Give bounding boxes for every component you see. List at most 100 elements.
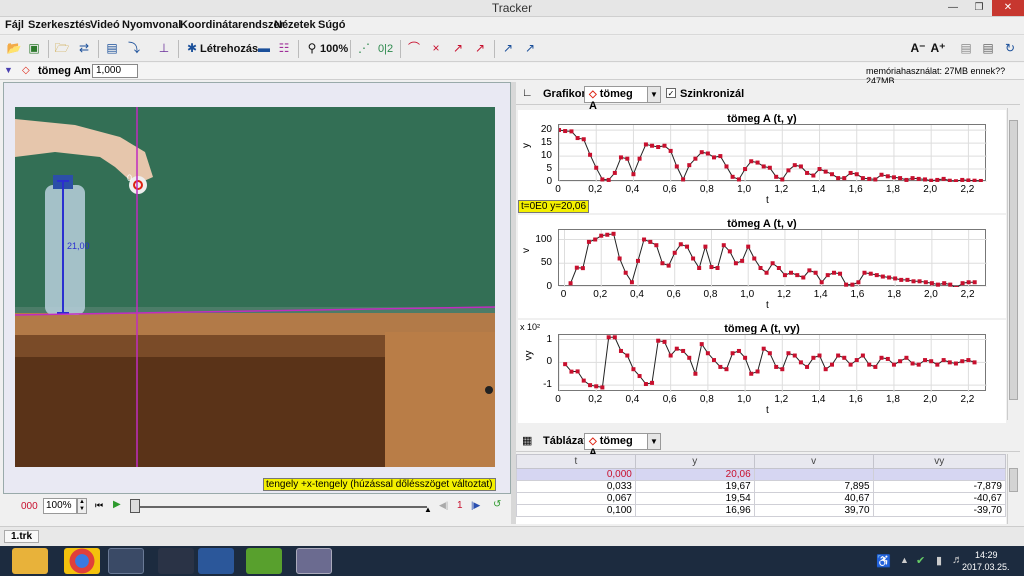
data-point[interactable] [813,270,818,275]
font-decrease-icon[interactable]: A⁻ [910,40,926,56]
zoom-spinner[interactable]: ▲ ▼ [77,498,87,514]
data-point[interactable] [947,360,952,365]
data-point[interactable] [733,261,738,266]
data-point[interactable] [617,256,622,261]
data-point[interactable] [618,348,623,353]
data-point[interactable] [581,378,586,383]
clip-settings-icon[interactable]: ▤ [104,40,120,56]
data-point[interactable] [856,280,861,285]
superscript-button[interactable]: 0|2 [378,43,393,55]
data-point[interactable] [953,361,958,366]
data-point[interactable] [829,362,834,367]
data-point[interactable] [712,155,717,160]
table-row[interactable]: 0,033 19,67 7,895 -7,879 [516,480,1006,493]
data-point[interactable] [749,371,754,376]
data-point[interactable] [811,355,816,360]
data-point[interactable] [705,351,710,356]
timeline-track[interactable] [131,506,427,508]
open-video-icon[interactable]: 🗁 [54,40,70,56]
data-point[interactable] [972,178,977,183]
data-point[interactable] [823,169,828,174]
data-point[interactable] [860,176,865,181]
data-point[interactable] [868,271,873,276]
curve-icon[interactable]: ⌒ [406,40,422,56]
data-point[interactable] [941,358,946,363]
data-point[interactable] [929,359,934,364]
data-point[interactable] [662,143,667,148]
tracks-icon[interactable]: ☷ [276,40,292,56]
utorrent-icon[interactable] [246,548,282,574]
cell-vy[interactable]: -7,879 [872,480,1006,493]
data-point[interactable] [807,268,812,273]
cell-y[interactable]: 19,54 [634,492,755,505]
data-point[interactable] [764,270,769,275]
data-point[interactable] [905,277,910,282]
data-point[interactable] [699,150,704,155]
menu-views[interactable]: Nézetek [274,19,316,31]
data-point[interactable] [972,360,977,365]
graph-scrollbar[interactable] [1007,108,1019,420]
data-point[interactable] [792,163,797,168]
data-point[interactable] [904,177,909,182]
loop-icon[interactable]: ↺ [493,499,501,510]
file-tab[interactable]: 1.trk [4,530,40,543]
data-point[interactable] [929,178,934,183]
data-point[interactable] [842,355,847,360]
velocity-icon[interactable]: ↗ [450,40,466,56]
graph-vy[interactable]: tömeg A (t, vy) x 10² vy 1 0 -1 0 0,2 0,4 0,6… [518,320,1006,423]
data-point[interactable] [593,237,598,242]
data-point[interactable] [941,176,946,181]
data-point[interactable] [699,342,704,347]
data-point[interactable] [879,172,884,177]
data-point[interactable] [910,361,915,366]
create-icon[interactable]: ✱ [184,40,200,56]
data-point[interactable] [774,174,779,179]
data-point[interactable] [656,145,661,150]
data-point[interactable] [880,274,885,279]
data-point[interactable] [838,271,843,276]
chevron-down-icon[interactable]: ▼ [647,433,661,450]
data-point[interactable] [618,155,623,160]
data-point[interactable] [656,338,661,343]
data-point[interactable] [637,156,642,161]
menu-track[interactable]: Nyomvonal [122,19,181,31]
data-point[interactable] [568,281,573,286]
font-increase-icon[interactable]: A⁺ [930,40,946,56]
data-point[interactable] [575,369,580,374]
data-point[interactable] [885,356,890,361]
data-point[interactable] [755,369,760,374]
column-header-y[interactable]: y [634,454,755,469]
data-point[interactable] [612,335,617,340]
menu-help[interactable]: Súgó [318,19,346,31]
data-point[interactable] [693,156,698,161]
data-point[interactable] [666,263,671,268]
mass-field[interactable]: 1,000 [92,64,138,78]
table-row[interactable]: 0,000 20,06 [516,468,1006,481]
data-point[interactable] [899,277,904,282]
signal-icon[interactable]: ▮ [936,554,942,567]
data-point[interactable] [960,177,965,182]
data-point[interactable] [966,280,971,285]
data-point[interactable] [805,170,810,175]
data-point[interactable] [721,243,726,248]
data-point[interactable] [761,346,766,351]
data-point[interactable] [575,136,580,141]
data-point[interactable] [873,177,878,182]
acceleration-icon[interactable]: ↗ [472,40,488,56]
create-button[interactable]: Létrehozás [200,43,258,55]
data-point[interactable] [761,164,766,169]
data-point[interactable] [662,339,667,344]
step-back-icon[interactable]: ◀| [439,500,448,511]
data-point[interactable] [879,355,884,360]
data-point[interactable] [935,177,940,182]
close-button[interactable]: ✕ [992,0,1024,16]
data-point[interactable] [798,164,803,169]
data-point[interactable] [776,266,781,270]
maximize-button[interactable]: ❐ [966,0,992,16]
data-point[interactable] [942,281,947,286]
data-point[interactable] [947,178,952,183]
data-point[interactable] [916,176,921,181]
data-point[interactable] [752,256,757,261]
graph-y[interactable]: tömeg A (t, y) y 20 15 10 5 0 0 0,2 0,4 0,6 0,8 1… [518,110,1006,213]
tracker-app-icon[interactable] [296,548,332,574]
